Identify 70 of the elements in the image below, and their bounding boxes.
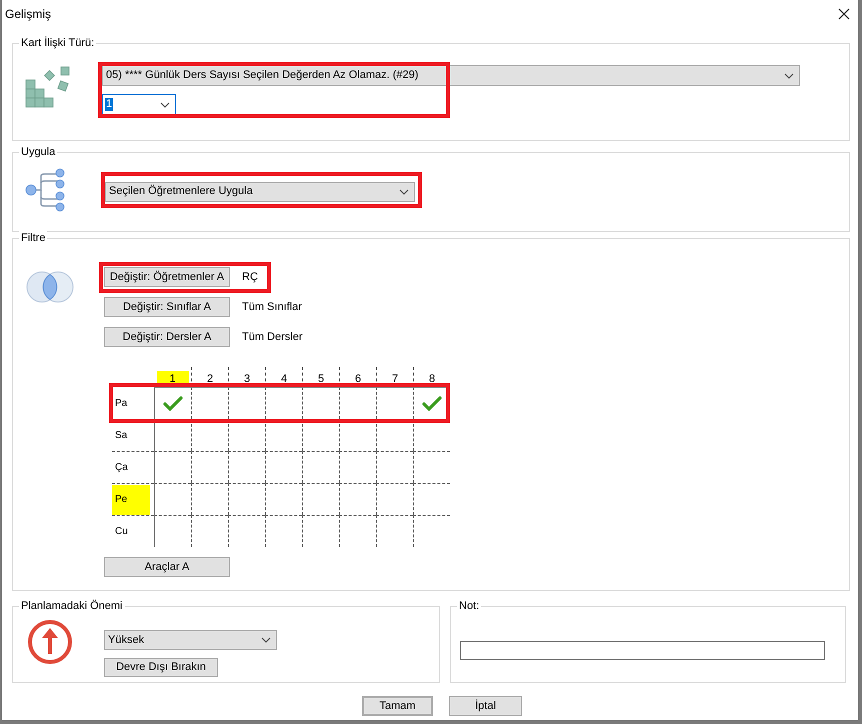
dropdown[interactable]: 05) **** Günlük Ders Sayısı Seçilen Değerden Az Olamaz. (#29)	[102, 65, 800, 86]
row-header[interactable]: Cu	[112, 516, 150, 546]
filter-value: Tüm Sınıflar	[242, 300, 302, 315]
column-header[interactable]: 8	[416, 371, 448, 387]
chevron-down-icon	[399, 188, 409, 194]
grid-cell[interactable]	[265, 451, 302, 483]
column-header[interactable]: 7	[379, 371, 411, 387]
number-combo[interactable]: 1	[102, 94, 176, 115]
column-header[interactable]: 6	[342, 371, 374, 387]
grid-cell[interactable]	[228, 451, 265, 483]
grid-cell[interactable]	[413, 515, 450, 547]
grid-cell[interactable]	[413, 483, 450, 515]
button[interactable]: İptal	[449, 696, 522, 716]
grid-cell[interactable]	[191, 483, 228, 515]
group-label: Uygula	[19, 145, 58, 159]
grid-cell[interactable]	[265, 515, 302, 547]
check-icon	[163, 396, 183, 411]
row-header[interactable]: Sa	[112, 420, 150, 450]
chevron-down-icon	[160, 102, 170, 108]
grid-cell[interactable]	[339, 387, 376, 419]
note-field[interactable]	[460, 641, 825, 660]
grid-cell[interactable]	[228, 387, 265, 419]
row-header[interactable]: Ça	[112, 452, 150, 482]
grid-cell[interactable]	[413, 451, 450, 483]
filter-value: Tüm Dersler	[242, 330, 303, 345]
grid-cell[interactable]	[191, 515, 228, 547]
grid-cell[interactable]	[265, 483, 302, 515]
grid-cell[interactable]	[154, 451, 191, 483]
grid-cell[interactable]	[376, 483, 413, 515]
chevron-down-icon	[261, 637, 271, 643]
group-label: Kart İlişki Türü:	[19, 36, 96, 50]
button[interactable]: Tamam	[362, 696, 433, 716]
row-header[interactable]: Pa	[112, 388, 150, 418]
grid-cell[interactable]	[154, 515, 191, 547]
venn-icon	[25, 271, 75, 303]
chevron-down-icon	[784, 72, 794, 78]
grid-cell[interactable]	[302, 387, 339, 419]
column-header[interactable]: 4	[268, 371, 300, 387]
grid-cell[interactable]	[376, 387, 413, 419]
grid-cell[interactable]	[302, 451, 339, 483]
grid-cell[interactable]	[376, 451, 413, 483]
row-header[interactable]: Pe	[112, 484, 150, 514]
dropdown[interactable]: Yüksek	[104, 630, 277, 650]
dropdown[interactable]: Seçilen Öğretmenlere Uygula	[105, 182, 415, 202]
tree-icon	[25, 168, 67, 212]
grid-cell[interactable]	[154, 387, 191, 419]
grid-cell[interactable]	[228, 483, 265, 515]
filter-value: RÇ	[242, 270, 258, 285]
grid-cell[interactable]	[302, 483, 339, 515]
grid-cell[interactable]	[191, 451, 228, 483]
button[interactable]: Değiştir: Öğretmenler A	[104, 267, 230, 287]
grid-cell[interactable]	[191, 387, 228, 419]
grid-cell[interactable]	[339, 483, 376, 515]
close-icon	[838, 8, 850, 20]
window-title: Gelişmiş	[5, 6, 52, 23]
button[interactable]: Araçlar A	[104, 557, 230, 577]
column-header[interactable]: 2	[194, 371, 226, 387]
grid-cell[interactable]	[302, 515, 339, 547]
button[interactable]: Değiştir: Dersler A	[104, 327, 230, 347]
grid-cell[interactable]	[228, 515, 265, 547]
check-icon	[422, 396, 442, 411]
column-header[interactable]: 3	[231, 371, 263, 387]
column-header[interactable]: 5	[305, 371, 337, 387]
grid-cell[interactable]	[339, 451, 376, 483]
grid-cell[interactable]	[265, 387, 302, 419]
button[interactable]: Değiştir: Sınıflar A	[104, 297, 230, 317]
grid-cell[interactable]	[154, 483, 191, 515]
button[interactable]: Devre Dışı Bırakın	[104, 658, 218, 677]
grid-cell[interactable]	[376, 515, 413, 547]
grid-cell[interactable]	[339, 515, 376, 547]
